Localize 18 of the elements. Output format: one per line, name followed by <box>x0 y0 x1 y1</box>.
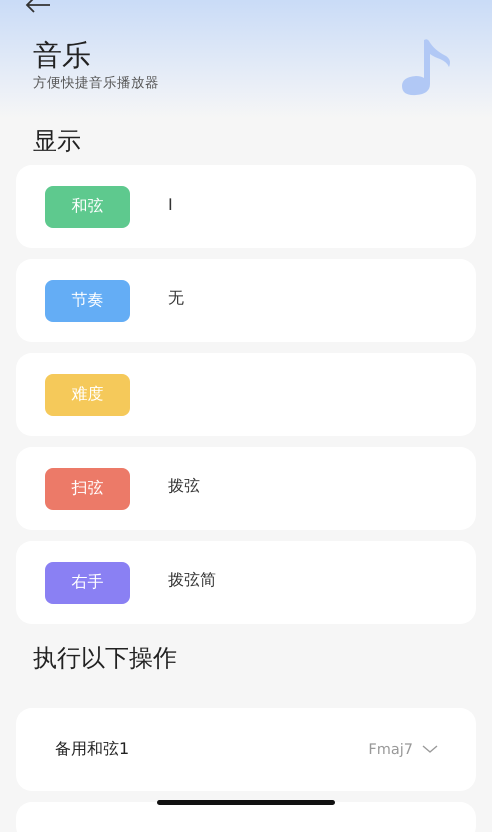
action-card[interactable]: 备用和弦1 Fmaj7 <box>16 708 476 791</box>
page-title: 音乐 <box>33 37 92 73</box>
setting-value: 拨弦简 <box>168 570 216 591</box>
tag-label[interactable]: 扫弦 <box>45 468 130 510</box>
setting-value: 无 <box>168 288 184 309</box>
tag-label[interactable]: 难度 <box>45 374 130 416</box>
setting-value: 拨弦 <box>168 476 200 497</box>
page-subtitle: 方便快捷音乐播放器 <box>33 74 159 92</box>
section-title: 执行以下操作 <box>32 643 178 674</box>
back-icon[interactable] <box>24 0 52 15</box>
tag-label[interactable]: 和弦 <box>45 186 130 228</box>
setting-value: I <box>168 195 173 214</box>
tag-label[interactable]: 右手 <box>45 562 130 604</box>
chevron-down-icon <box>422 745 438 754</box>
section-title: 显示 <box>32 126 82 157</box>
dropdown-value: Fmaj7 <box>368 742 413 758</box>
tag-label[interactable]: 节奏 <box>45 280 130 322</box>
action-label: 备用和弦1 <box>55 739 130 760</box>
